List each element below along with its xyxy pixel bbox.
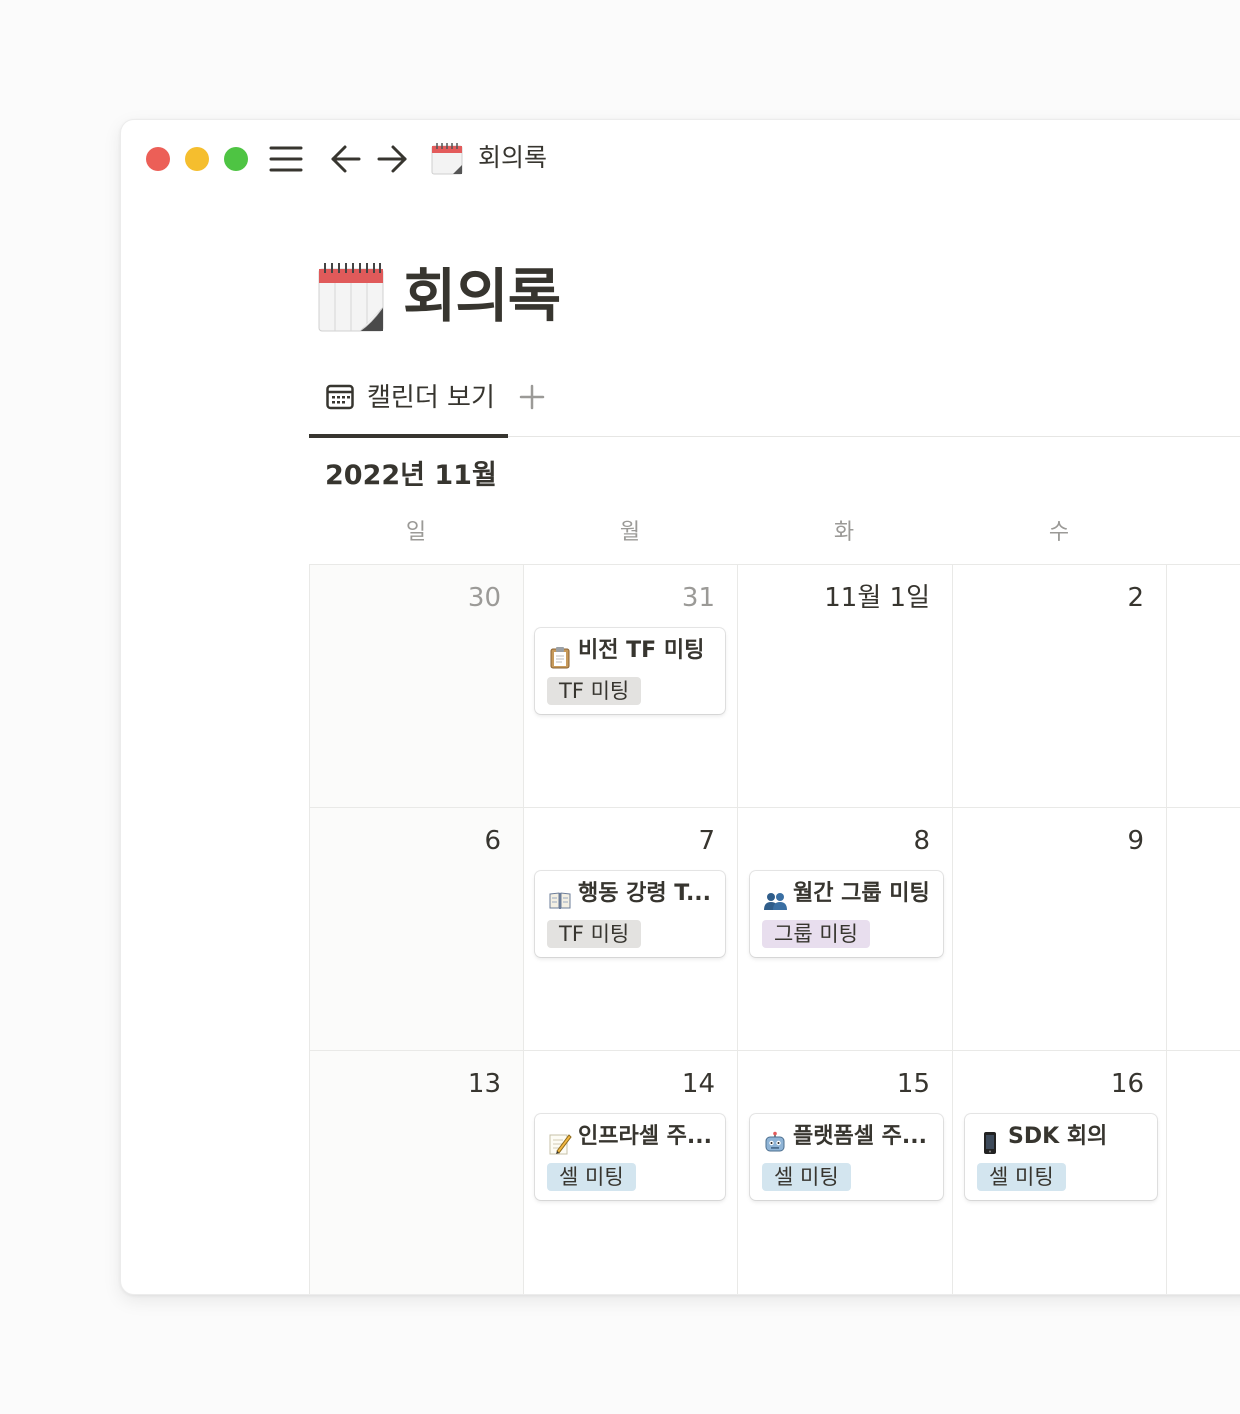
mobile-phone-icon <box>978 1131 1002 1155</box>
event-card[interactable]: SDK 회의 셀 미팅 <box>965 1114 1157 1200</box>
day-cell[interactable]: 2 <box>953 564 1167 808</box>
menu-icon[interactable] <box>267 140 305 178</box>
plus-icon[interactable] <box>516 378 548 416</box>
day-cell[interactable]: 30 <box>309 564 524 808</box>
event-tag: 셀 미팅 <box>547 1163 636 1191</box>
event-tag: 그룹 미팅 <box>762 920 870 948</box>
event-title: 플랫폼셀 주... <box>793 1124 927 1149</box>
event-card[interactable]: 행동 강령 T... TF 미팅 <box>535 871 725 957</box>
event-title: 비전 TF 미팅 <box>578 638 705 663</box>
tab-calendar-view[interactable]: 캘린더 보기 <box>309 366 508 438</box>
month-label: 2022년 11월 <box>325 460 497 491</box>
day-number: 6 <box>484 826 501 856</box>
event-card[interactable]: 인프라셀 주... 셀 미팅 <box>535 1114 725 1200</box>
day-cell[interactable]: 7 행동 강령 T... TF 미팅 <box>524 808 738 1051</box>
day-number: 30 <box>467 583 501 613</box>
day-cell[interactable] <box>1167 808 1240 1051</box>
day-number: 15 <box>896 1069 930 1099</box>
arrow-left-icon[interactable] <box>327 140 365 178</box>
robot-icon <box>763 1131 787 1155</box>
weekday-sun: 일 <box>405 520 427 545</box>
arrow-right-icon[interactable] <box>373 140 411 178</box>
event-tag: 셀 미팅 <box>762 1163 851 1191</box>
close-window-button[interactable] <box>146 147 170 171</box>
day-number: 14 <box>681 1069 715 1099</box>
day-number: 2 <box>1127 583 1144 613</box>
day-cell[interactable]: 15 플랫폼셀 주... 셀 미팅 <box>738 1051 953 1294</box>
day-number: 11월 1일 <box>824 583 930 613</box>
clipboard-icon <box>548 645 572 669</box>
minimize-window-button[interactable] <box>185 147 209 171</box>
calendar-grid: 30 31 비전 TF 미팅 TF 미팅 11월 1일 2 6 7 행동 강령 … <box>309 564 1240 1294</box>
tab-calendar-view-label: 캘린더 보기 <box>367 383 495 413</box>
day-cell[interactable]: 14 인프라셀 주... 셀 미팅 <box>524 1051 738 1294</box>
event-title: 행동 강령 T... <box>578 881 712 906</box>
event-tag: 셀 미팅 <box>977 1163 1066 1191</box>
day-cell[interactable] <box>1167 564 1240 808</box>
day-cell[interactable]: 11월 1일 <box>738 564 953 808</box>
weekday-mon: 월 <box>619 520 641 545</box>
memo-icon <box>548 1131 572 1155</box>
event-tag: TF 미팅 <box>547 920 642 948</box>
people-icon <box>763 888 787 912</box>
day-number: 7 <box>698 826 715 856</box>
day-number: 16 <box>1110 1069 1144 1099</box>
view-tabs: 캘린더 보기 <box>309 366 1240 438</box>
event-title: 월간 그룹 미팅 <box>793 881 930 906</box>
page-title[interactable]: 회의록 <box>403 256 561 336</box>
day-cell[interactable]: 13 <box>309 1051 524 1294</box>
day-cell[interactable] <box>1167 1051 1240 1294</box>
open-book-icon <box>548 888 572 912</box>
calendar-page-icon <box>429 141 465 177</box>
calendar-icon <box>326 384 354 410</box>
day-cell[interactable]: 16 SDK 회의 셀 미팅 <box>953 1051 1167 1294</box>
event-title: SDK 회의 <box>1008 1124 1108 1149</box>
day-number: 31 <box>681 583 715 613</box>
maximize-window-button[interactable] <box>224 147 248 171</box>
day-number: 8 <box>913 826 930 856</box>
day-cell[interactable]: 8 월간 그룹 미팅 그룹 미팅 <box>738 808 953 1051</box>
day-number: 13 <box>467 1069 501 1099</box>
event-card[interactable]: 플랫폼셀 주... 셀 미팅 <box>750 1114 943 1200</box>
spiral-calendar-icon[interactable] <box>316 261 386 333</box>
app-window: 회의록 회의록 캘린더 보기 2022년 11월 일 월 화 수 30 31 비… <box>120 119 1240 1295</box>
day-cell[interactable]: 31 비전 TF 미팅 TF 미팅 <box>524 564 738 808</box>
weekday-tue: 화 <box>833 520 855 545</box>
event-card[interactable]: 월간 그룹 미팅 그룹 미팅 <box>750 871 943 957</box>
day-cell[interactable]: 9 <box>953 808 1167 1051</box>
event-title: 인프라셀 주... <box>578 1124 712 1149</box>
day-cell[interactable]: 6 <box>309 808 524 1051</box>
event-tag: TF 미팅 <box>547 677 642 705</box>
event-card[interactable]: 비전 TF 미팅 TF 미팅 <box>535 628 725 714</box>
breadcrumb-title[interactable]: 회의록 <box>478 142 547 174</box>
weekday-wed: 수 <box>1048 520 1070 545</box>
day-number: 9 <box>1127 826 1144 856</box>
topbar: 회의록 <box>121 120 1240 196</box>
